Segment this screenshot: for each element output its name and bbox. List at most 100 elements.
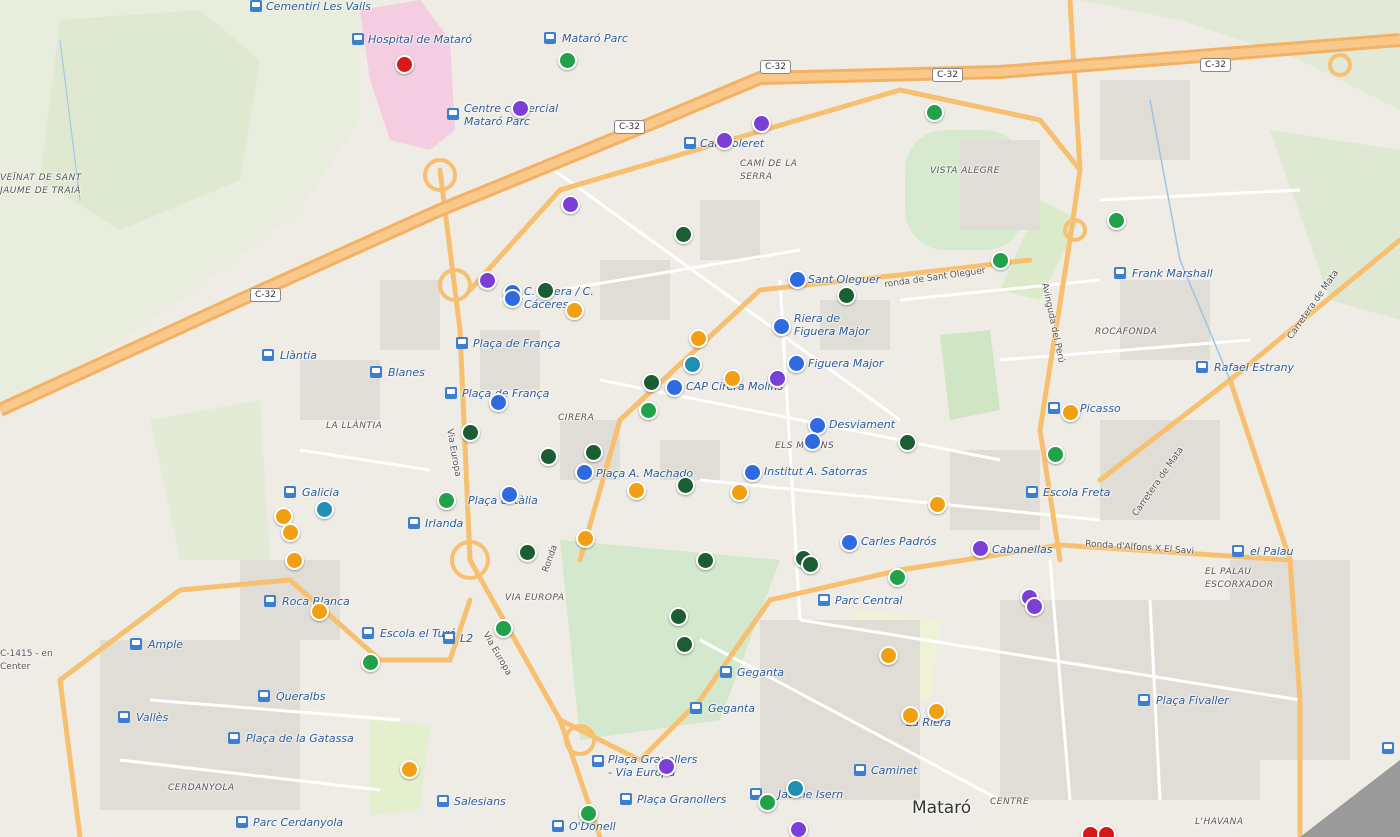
bus-stop-icon[interactable] [250, 0, 262, 12]
map-canvas[interactable]: C-32 C-32 C-32 C-32 C-32 Veïnat de Sant … [0, 0, 1400, 837]
stop-label[interactable]: Vallès [136, 711, 168, 724]
stop-label[interactable]: Sant Oleguer [808, 273, 880, 286]
stop-label[interactable]: Escola Freta [1043, 486, 1110, 499]
map-marker-green[interactable] [1046, 445, 1065, 464]
bus-stop-icon[interactable] [592, 755, 604, 767]
map-marker-purple[interactable] [657, 757, 676, 776]
map-marker-dark-green[interactable] [584, 443, 603, 462]
stop-label[interactable]: Figuera Major [808, 357, 883, 370]
map-marker-green[interactable] [991, 251, 1010, 270]
stop-label[interactable]: Cabanellas [992, 543, 1052, 556]
map-marker-orange[interactable] [723, 369, 742, 388]
map-marker-green[interactable] [925, 103, 944, 122]
map-marker-red[interactable] [1097, 825, 1116, 837]
bus-stop-icon[interactable] [130, 638, 142, 650]
map-marker-dark-green[interactable] [536, 281, 555, 300]
bus-stop-icon[interactable] [684, 137, 696, 149]
bus-stop-icon[interactable] [284, 486, 296, 498]
bus-stop-icon[interactable] [552, 820, 564, 832]
map-marker-purple[interactable] [561, 195, 580, 214]
map-marker-blue[interactable] [503, 289, 522, 308]
map-marker-green[interactable] [494, 619, 513, 638]
stop-label[interactable]: Picasso [1080, 402, 1121, 415]
bus-stop-icon[interactable] [118, 711, 130, 723]
bus-stop-icon[interactable] [236, 816, 248, 828]
bus-stop-icon[interactable] [262, 349, 274, 361]
map-marker-blue[interactable] [788, 270, 807, 289]
stop-label[interactable]: Blanes [388, 366, 425, 379]
map-marker-red[interactable] [395, 55, 414, 74]
bus-stop-icon[interactable] [352, 33, 364, 45]
stop-label[interactable]: el Palau [1250, 545, 1293, 558]
bus-stop-icon[interactable] [620, 793, 632, 805]
stop-label[interactable]: Riera de Figuera Major [794, 312, 874, 338]
bus-stop-icon[interactable] [854, 764, 866, 776]
map-marker-orange[interactable] [281, 523, 300, 542]
map-marker-dark-green[interactable] [676, 476, 695, 495]
map-marker-green[interactable] [1107, 211, 1126, 230]
bus-stop-icon[interactable] [370, 366, 382, 378]
map-marker-orange[interactable] [730, 483, 749, 502]
map-marker-blue[interactable] [489, 393, 508, 412]
stop-label[interactable]: Salesians [454, 795, 506, 808]
map-marker-green[interactable] [361, 653, 380, 672]
map-marker-purple[interactable] [1025, 597, 1044, 616]
stop-label[interactable]: Ample [148, 638, 183, 651]
map-marker-dark-green[interactable] [669, 607, 688, 626]
map-marker-orange[interactable] [927, 702, 946, 721]
bus-stop-icon[interactable] [362, 627, 374, 639]
map-marker-green[interactable] [888, 568, 907, 587]
map-marker-orange[interactable] [310, 602, 329, 621]
bus-stop-icon[interactable] [1026, 486, 1038, 498]
stop-label[interactable]: Queralbs [276, 690, 325, 703]
bus-stop-icon[interactable] [690, 702, 702, 714]
stop-label[interactable]: Caminet [871, 764, 917, 777]
bus-stop-icon[interactable] [720, 666, 732, 678]
map-marker-teal[interactable] [786, 779, 805, 798]
map-marker-green[interactable] [639, 401, 658, 420]
stop-label[interactable]: Rafael Estrany [1214, 361, 1294, 374]
map-marker-orange[interactable] [285, 551, 304, 570]
map-marker-blue[interactable] [803, 432, 822, 451]
stop-label[interactable]: Plaça Granollers - Via Europa [608, 753, 698, 779]
bus-stop-icon[interactable] [443, 632, 455, 644]
map-marker-green[interactable] [558, 51, 577, 70]
stop-label[interactable]: Parc Central [835, 594, 903, 607]
map-marker-orange[interactable] [1061, 403, 1080, 422]
map-marker-dark-green[interactable] [461, 423, 480, 442]
map-marker-dark-green[interactable] [642, 373, 661, 392]
bus-stop-icon[interactable] [818, 594, 830, 606]
map-marker-green[interactable] [758, 793, 777, 812]
map-marker-blue[interactable] [772, 317, 791, 336]
bus-stop-icon[interactable] [1114, 267, 1126, 279]
bus-stop-icon[interactable] [456, 337, 468, 349]
stop-label[interactable]: Plaça de la Gatassa [246, 732, 354, 745]
map-marker-blue[interactable] [840, 533, 859, 552]
map-marker-dark-green[interactable] [518, 543, 537, 562]
map-marker-dark-green[interactable] [696, 551, 715, 570]
map-marker-teal[interactable] [683, 355, 702, 374]
bus-stop-icon[interactable] [437, 795, 449, 807]
stop-label[interactable]: Carles Padrós [861, 535, 936, 548]
map-marker-purple[interactable] [768, 369, 787, 388]
stop-label[interactable]: Plaça Fivaller [1156, 694, 1229, 707]
map-marker-dark-green[interactable] [539, 447, 558, 466]
stop-label[interactable]: Parc Cerdanyola [253, 816, 343, 829]
map-marker-dark-green[interactable] [675, 635, 694, 654]
map-marker-dark-green[interactable] [837, 286, 856, 305]
map-marker-green[interactable] [579, 804, 598, 823]
bus-stop-icon[interactable] [1138, 694, 1150, 706]
bus-stop-icon[interactable] [1232, 545, 1244, 557]
stop-label[interactable]: Cementiri Les Valls [266, 0, 371, 13]
stop-label[interactable]: Hospital de Mataró [368, 33, 472, 46]
bus-stop-icon[interactable] [228, 732, 240, 744]
bus-stop-icon[interactable] [1048, 402, 1060, 414]
stop-label[interactable]: Galicia [302, 486, 339, 499]
map-marker-orange[interactable] [565, 301, 584, 320]
map-marker-blue[interactable] [575, 463, 594, 482]
stop-label[interactable]: Institut A. Satorras [764, 465, 867, 478]
map-marker-orange[interactable] [576, 529, 595, 548]
stop-label[interactable]: Geganta [737, 666, 784, 679]
map-marker-purple[interactable] [971, 539, 990, 558]
stop-label[interactable]: Frank Marshall [1132, 267, 1213, 280]
